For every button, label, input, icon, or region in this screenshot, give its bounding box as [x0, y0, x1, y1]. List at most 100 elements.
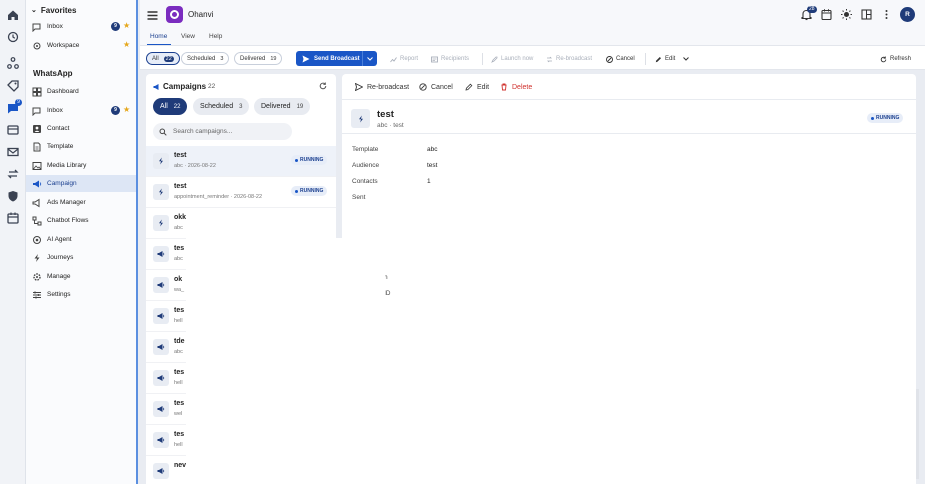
- filter-all-pill[interactable]: All 22: [146, 52, 180, 65]
- campaign-template: abc: [377, 122, 388, 129]
- fav-item-workspace[interactable]: Workspace ★: [26, 37, 136, 54]
- home-icon[interactable]: [6, 8, 20, 22]
- calendar-icon[interactable]: [820, 8, 833, 21]
- detail-edit-button[interactable]: Edit: [465, 82, 489, 92]
- nav-label: Contact: [47, 125, 70, 132]
- favorites-title: Favorites: [40, 5, 77, 15]
- list-filter-delivered[interactable]: Delivered 19: [254, 98, 311, 115]
- network-icon[interactable]: [6, 56, 20, 70]
- brightness-icon[interactable]: [840, 8, 853, 21]
- campaign-row[interactable]: okk abc: [146, 208, 336, 239]
- nav-item-settings[interactable]: Settings: [26, 286, 136, 303]
- nav-item-ads-manager[interactable]: Ads Manager: [26, 194, 136, 211]
- search-input[interactable]: Search campaigns...: [153, 123, 292, 140]
- ads-icon: [32, 198, 42, 208]
- filter-scheduled-pill[interactable]: Scheduled 3: [181, 52, 230, 65]
- layout-icon[interactable]: [860, 8, 873, 21]
- favorites-header[interactable]: ⌄ Favorites: [26, 3, 136, 17]
- whatsapp-header: WhatsApp: [33, 66, 143, 80]
- shield-icon[interactable]: [6, 189, 20, 203]
- send-broadcast-button[interactable]: Send Broadcast: [296, 51, 377, 66]
- app-logo[interactable]: [166, 6, 183, 23]
- megaphone-icon: [32, 179, 42, 189]
- nav-item-media-library[interactable]: Media Library: [26, 157, 136, 174]
- detail-edit-label: Edit: [477, 83, 490, 91]
- report-label: Report: [400, 56, 419, 62]
- workspace-icon: [32, 41, 42, 51]
- nav-label: Template: [47, 143, 74, 150]
- campaign-row-title: nev: [174, 462, 187, 469]
- divider: [645, 53, 646, 65]
- board-icon[interactable]: [6, 123, 20, 137]
- nav-item-chatbot-flows[interactable]: Chatbot Flows: [26, 212, 136, 229]
- nav-item-template[interactable]: Template: [26, 138, 136, 155]
- megaphone-icon: [153, 401, 169, 417]
- campaign-summary-card: test abc · test RUNNING: [342, 99, 916, 134]
- campaign-row-subtitle: abc: [174, 225, 183, 231]
- refresh-icon[interactable]: [319, 82, 327, 90]
- nav-label: AI Agent: [47, 236, 72, 243]
- refresh-button[interactable]: Refresh: [880, 54, 911, 64]
- campaign-row[interactable]: test abc · 2026-08-22 RUNNING: [146, 146, 336, 177]
- list-filter-all[interactable]: All 22: [153, 98, 188, 115]
- campaign-row[interactable]: test appointment_reminder · 2026-08-22 RUN…: [146, 177, 336, 208]
- nav-item-manage[interactable]: Manage: [26, 268, 136, 285]
- search-icon: [159, 128, 167, 136]
- inbox-badge: 9: [111, 106, 120, 115]
- star-icon[interactable]: ★: [123, 105, 130, 114]
- detail-scrollbar[interactable]: [916, 389, 919, 479]
- detail-cancel-button[interactable]: Cancel: [419, 82, 453, 92]
- recipients-icon: [431, 56, 438, 63]
- detail-delete-button[interactable]: Delete: [500, 82, 532, 92]
- transfer-icon[interactable]: [6, 167, 20, 181]
- rebroadcast-button[interactable]: Re-broadcast: [546, 54, 592, 64]
- detail-rebroadcast-button[interactable]: Re-broadcast: [355, 82, 409, 92]
- edit-button[interactable]: Edit: [655, 54, 675, 64]
- tab-help[interactable]: Help: [209, 33, 222, 40]
- star-icon[interactable]: ★: [123, 40, 130, 49]
- field-value-template: abc: [427, 146, 438, 153]
- pencil-icon: [465, 83, 473, 91]
- megaphone-icon: [153, 308, 169, 324]
- cancel-button[interactable]: Cancel: [606, 54, 635, 64]
- menu-icon[interactable]: [146, 9, 159, 22]
- cancel-icon: [419, 83, 427, 91]
- launch-now-button[interactable]: Launch now: [491, 54, 533, 64]
- history-icon[interactable]: [6, 30, 20, 44]
- campaign-row-title: tes: [174, 400, 185, 407]
- nav-label: Campaign: [47, 180, 77, 187]
- nav-item-contact[interactable]: Contact: [26, 120, 136, 137]
- report-button[interactable]: Report: [390, 54, 418, 64]
- star-icon[interactable]: ★: [123, 21, 130, 30]
- nav-item-inbox[interactable]: Inbox 9 ★: [26, 102, 136, 119]
- send-broadcast-dropdown[interactable]: [362, 51, 377, 66]
- campaigns-title: Campaigns: [163, 82, 207, 91]
- filter-count: 3: [239, 103, 243, 110]
- nav-label: Workspace: [47, 42, 80, 49]
- tab-home[interactable]: Home: [150, 33, 167, 40]
- megaphone-icon: [153, 246, 169, 262]
- mail-icon[interactable]: [6, 145, 20, 159]
- nav-item-ai-agent[interactable]: AI Agent: [26, 231, 136, 248]
- pill-count: 3: [220, 55, 224, 62]
- nav-item-journeys[interactable]: Journeys: [26, 249, 136, 266]
- nav-item-campaign[interactable]: Campaign: [26, 175, 136, 192]
- fav-item-inbox[interactable]: Inbox 9 ★: [26, 18, 136, 35]
- campaign-row-title: okk: [174, 214, 187, 221]
- tag-icon[interactable]: [6, 79, 20, 93]
- ribbon-toolbar: All 22 Scheduled 3 Delivered 19 Send Bro…: [140, 45, 925, 70]
- campaign-row-subtitle: wa_: [174, 287, 185, 293]
- tab-view[interactable]: View: [181, 33, 195, 40]
- avatar[interactable]: R: [900, 7, 915, 22]
- trash-icon: [500, 83, 508, 91]
- flow-icon: [32, 216, 42, 226]
- more-vertical-icon[interactable]: [880, 8, 893, 21]
- nav-item-dashboard[interactable]: Dashboard: [26, 83, 136, 100]
- pill-label: All: [152, 55, 159, 62]
- calendar-icon[interactable]: [6, 211, 20, 225]
- list-filter-scheduled[interactable]: Scheduled 3: [193, 98, 250, 115]
- edit-dropdown[interactable]: [683, 54, 689, 64]
- campaign-subtitle: abc · test: [377, 122, 404, 129]
- filter-delivered-pill[interactable]: Delivered 19: [234, 52, 283, 65]
- recipients-button[interactable]: Recipients: [431, 54, 469, 64]
